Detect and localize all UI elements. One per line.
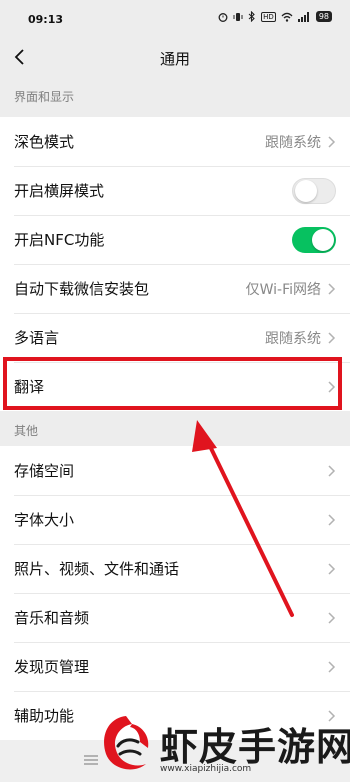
chevron-right-icon xyxy=(328,135,336,148)
row-label: 自动下载微信安装包 xyxy=(14,280,150,298)
section-header-other: 其他 xyxy=(14,424,39,438)
settings-group-other: 存储空间 字体大小 照片、视频、文件和通话 音乐和音频 发现页管理 辅助功能 xyxy=(0,446,350,740)
setting-landscape-mode[interactable]: 开启横屏模式 xyxy=(0,166,350,215)
nfc-toggle[interactable] xyxy=(292,226,336,253)
setting-translate[interactable]: 翻译 xyxy=(0,362,350,411)
row-label: 翻译 xyxy=(14,378,45,396)
settings-group-display: 深色模式 跟随系统 开启横屏模式 开启NFC功能 自动下载微信安装包 仅Wi-F… xyxy=(0,117,350,411)
battery-icon: 98 xyxy=(315,11,332,22)
row-label: 音乐和音频 xyxy=(14,609,90,627)
chevron-right-icon xyxy=(328,331,336,344)
setting-discover[interactable]: 发现页管理 xyxy=(0,642,350,691)
toggle-knob xyxy=(312,228,334,251)
setting-nfc[interactable]: 开启NFC功能 xyxy=(0,215,350,264)
status-icons: HD 98 xyxy=(218,11,332,22)
setting-storage[interactable]: 存储空间 xyxy=(0,446,350,495)
section-header-display: 界面和显示 xyxy=(14,90,75,104)
network-label: HD xyxy=(261,11,276,22)
row-label: 发现页管理 xyxy=(14,658,90,676)
setting-music[interactable]: 音乐和音频 xyxy=(0,593,350,642)
row-label: 字体大小 xyxy=(14,511,75,529)
status-time: 09:13 xyxy=(28,13,64,26)
chevron-right-icon xyxy=(328,660,336,673)
row-label: 开启横屏模式 xyxy=(14,182,105,200)
watermark-logo-icon xyxy=(104,716,149,770)
chevron-right-icon xyxy=(328,562,336,575)
nav-bar: 通用 xyxy=(0,40,350,76)
chevron-right-icon xyxy=(328,513,336,526)
row-label: 多语言 xyxy=(14,329,60,347)
chevron-right-icon xyxy=(328,380,336,393)
setting-language[interactable]: 多语言 跟随系统 xyxy=(0,313,350,362)
status-bar: 09:13 HD 98 xyxy=(0,0,350,40)
setting-dark-mode[interactable]: 深色模式 跟随系统 xyxy=(0,117,350,166)
setting-auto-download[interactable]: 自动下载微信安装包 仅Wi-Fi网络 xyxy=(0,264,350,313)
row-value: 跟随系统 xyxy=(265,330,321,347)
signal-icon xyxy=(297,11,309,22)
setting-font-size[interactable]: 字体大小 xyxy=(0,495,350,544)
chevron-right-icon xyxy=(328,611,336,624)
chevron-right-icon xyxy=(328,282,336,295)
page-title: 通用 xyxy=(159,50,190,68)
watermark-title: 虾皮手游网 xyxy=(160,724,350,769)
bluetooth-icon xyxy=(248,11,255,22)
watermark-url: www.xiapizhijia.com xyxy=(160,764,252,774)
row-label: 存储空间 xyxy=(14,462,75,480)
setting-media[interactable]: 照片、视频、文件和通话 xyxy=(0,544,350,593)
row-label: 深色模式 xyxy=(14,133,75,151)
row-value: 跟随系统 xyxy=(265,134,321,151)
row-label: 照片、视频、文件和通话 xyxy=(14,560,180,578)
wifi-icon xyxy=(281,12,293,22)
landscape-toggle[interactable] xyxy=(292,177,336,204)
toggle-knob xyxy=(295,179,317,202)
chevron-right-icon xyxy=(328,464,336,477)
row-value: 仅Wi-Fi网络 xyxy=(245,281,321,298)
row-label: 开启NFC功能 xyxy=(14,231,105,249)
vibrate-icon xyxy=(233,12,243,21)
alarm-icon xyxy=(218,12,228,22)
